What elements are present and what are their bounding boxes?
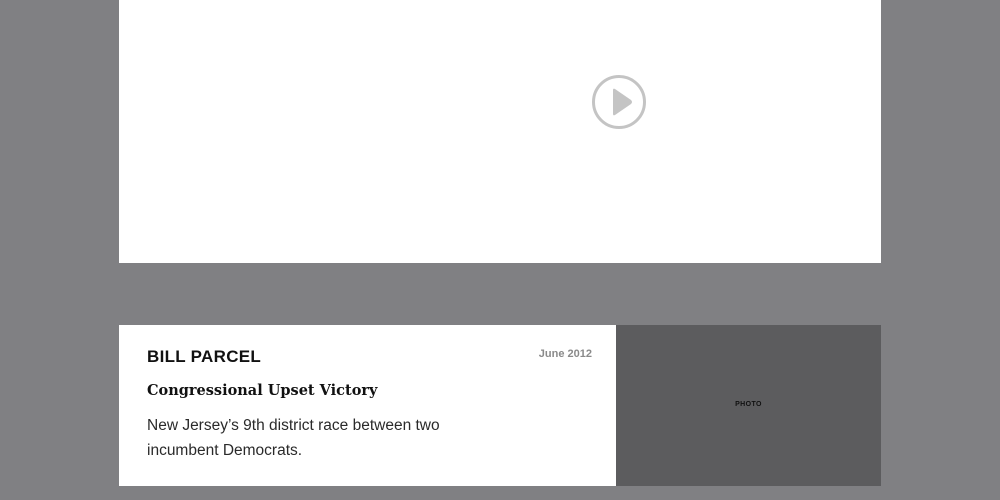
story-headline: Congressional Upset Victory bbox=[147, 382, 378, 399]
person-name: BILL PARCEL bbox=[147, 347, 262, 366]
story-description: New Jersey’s 9th district race between t… bbox=[147, 417, 440, 459]
photo-label: PHOTO bbox=[735, 401, 762, 408]
photo-placeholder: PHOTO bbox=[616, 325, 881, 486]
story-date: June 2012 bbox=[538, 348, 592, 360]
story-card[interactable]: BILL PARCEL June 2012 Congressional Upse… bbox=[119, 325, 881, 486]
play-circle-icon[interactable] bbox=[591, 74, 647, 130]
story-card-body: BILL PARCEL June 2012 Congressional Upse… bbox=[119, 325, 616, 486]
video-player[interactable] bbox=[119, 0, 881, 263]
page: BILL PARCEL June 2012 Congressional Upse… bbox=[0, 0, 1000, 500]
